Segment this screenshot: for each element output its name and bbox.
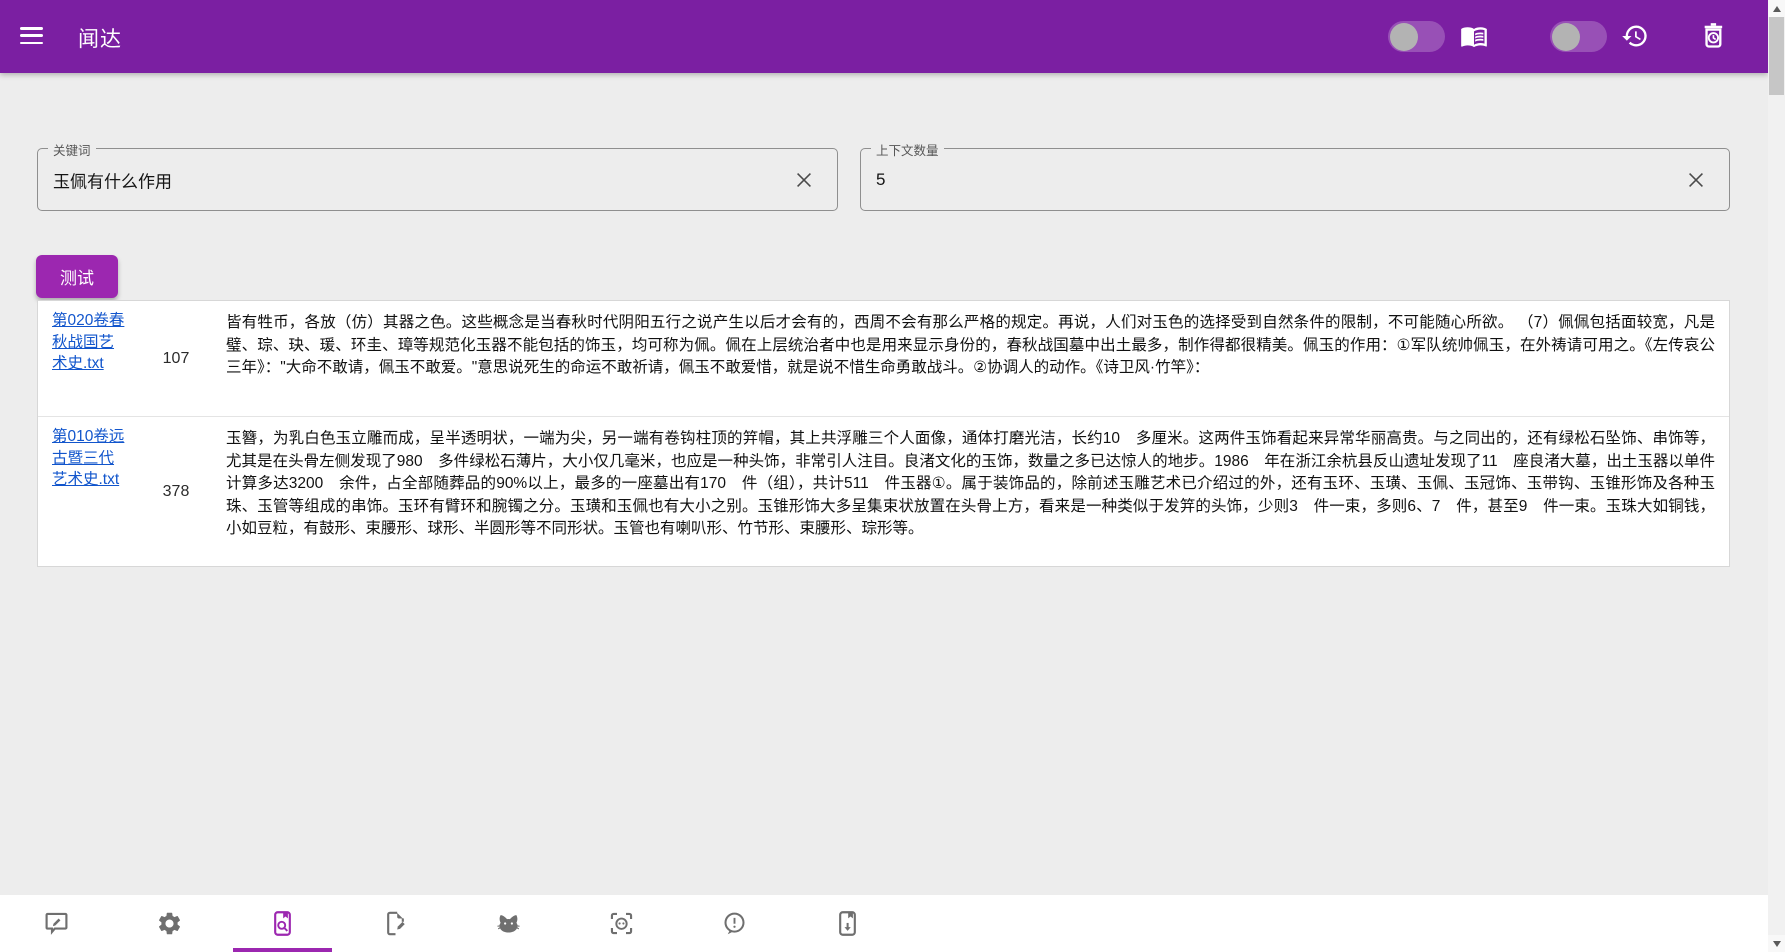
- nav-tab-message-alert[interactable]: [678, 895, 791, 952]
- nav-tab-knowledge-search[interactable]: [226, 895, 339, 952]
- knowledge-search-icon: [274, 911, 291, 936]
- table-row: 第020卷春秋战国艺术史.txt 107 皆有牲币，各放（仿）其器之色。这些概念…: [38, 301, 1729, 417]
- result-file-link[interactable]: 第020卷春秋战国艺术史.txt: [52, 312, 124, 372]
- document-edit-icon: [387, 911, 405, 936]
- context-count-label: 上下文数量: [871, 140, 944, 159]
- search-form: 关键词 玉佩有什么作用 上下文数量 5: [37, 140, 1730, 211]
- keyword-clear-icon close-icon[interactable]: [793, 169, 815, 191]
- result-file-cell: 第020卷春秋战国艺术史.txt: [38, 301, 130, 416]
- result-count: 107: [162, 349, 190, 367]
- result-text: 皆有牲币，各放（仿）其器之色。这些概念是当春秋时代阴阳五行之说产生以后才会有的，…: [226, 314, 1715, 377]
- result-text: 玉簪，为乳白色玉立雕而成，呈半透明状，一端为尖，另一端有卷钩柱顶的笄帽，其上共浮…: [226, 430, 1715, 538]
- scrollbar-down-arrow-icon[interactable]: [1768, 935, 1785, 952]
- history-icon[interactable]: [1621, 22, 1649, 50]
- message-alert-icon: [724, 912, 745, 935]
- keyword-field-label: 关键词: [48, 140, 96, 159]
- knowledge-download-icon: [839, 911, 856, 936]
- menu-hamburger-icon[interactable]: [20, 27, 43, 45]
- context-clear-icon close-icon[interactable]: [1685, 169, 1707, 191]
- result-file-link[interactable]: 第010卷远古暨三代艺术史.txt: [52, 428, 124, 488]
- keyword-field[interactable]: 关键词 玉佩有什么作用: [37, 140, 838, 211]
- test-button[interactable]: 测试: [36, 255, 118, 298]
- nav-tab-document-edit[interactable]: [339, 895, 452, 952]
- table-row: 第010卷远古暨三代艺术史.txt 378 玉簪，为乳白色玉立雕而成，呈半透明状…: [38, 417, 1729, 566]
- toggle-knob: [1390, 22, 1418, 51]
- header-toggle-1[interactable]: [1388, 21, 1445, 52]
- result-file-cell: 第010卷远古暨三代艺术史.txt: [38, 417, 130, 566]
- auto-delete-icon[interactable]: [1700, 22, 1728, 50]
- feedback-draft-icon: [45, 912, 68, 935]
- app-header: 闻达: [0, 0, 1768, 73]
- nav-tab-settings[interactable]: [113, 895, 226, 952]
- cat-icon: [497, 915, 520, 933]
- nav-tab-cat[interactable]: [452, 895, 565, 952]
- keyword-field-value[interactable]: 玉佩有什么作用: [53, 167, 172, 192]
- nav-tab-knowledge-download[interactable]: [791, 895, 904, 952]
- scrollbar-up-arrow-icon[interactable]: [1768, 0, 1785, 17]
- header-toggle-2[interactable]: [1550, 21, 1607, 52]
- settings-gear-icon: [158, 912, 181, 935]
- result-count: 378: [162, 482, 190, 500]
- menu-book-icon[interactable]: [1460, 22, 1488, 50]
- face-recognition-icon: [610, 912, 633, 935]
- toggle-knob: [1552, 22, 1580, 51]
- context-count-field[interactable]: 上下文数量 5: [860, 140, 1730, 211]
- results-table: 第020卷春秋战国艺术史.txt 107 皆有牲币，各放（仿）其器之色。这些概念…: [37, 300, 1730, 567]
- context-count-value[interactable]: 5: [876, 170, 885, 190]
- app-title: 闻达: [78, 28, 122, 51]
- vertical-scrollbar[interactable]: [1768, 0, 1785, 952]
- scrollbar-thumb[interactable]: [1769, 17, 1784, 95]
- nav-tab-face-recognition[interactable]: [565, 895, 678, 952]
- bottom-nav: [0, 895, 1768, 952]
- nav-tab-feedback[interactable]: [0, 895, 113, 952]
